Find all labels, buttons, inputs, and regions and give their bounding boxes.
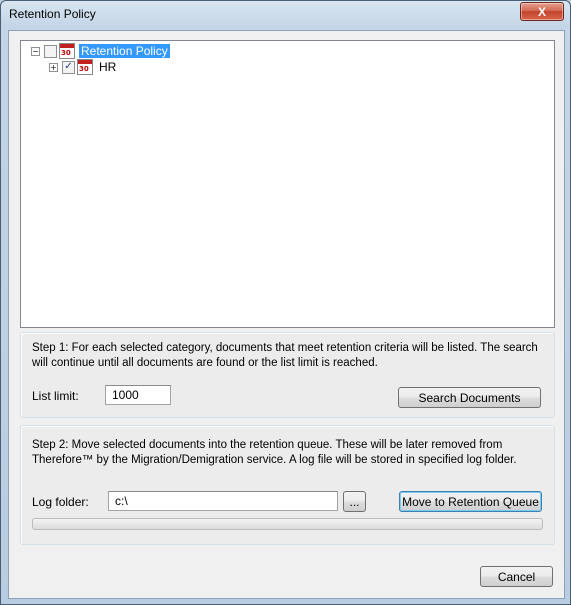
collapse-icon[interactable]: − (31, 46, 40, 56)
log-folder-input[interactable]: c:\ (108, 491, 338, 511)
progress-bar (32, 518, 543, 530)
tree-node-hr[interactable]: + ✓ 30 HR (49, 59, 118, 75)
list-limit-input[interactable]: 1000 (105, 385, 171, 405)
close-icon: X (537, 4, 546, 19)
cancel-button[interactable]: Cancel (480, 566, 553, 587)
close-button[interactable]: X (520, 2, 564, 21)
category-tree[interactable]: − 30 Retention Policy + ✓ 30 HR (20, 40, 555, 328)
step2-description: Step 2: Move selected documents into the… (32, 439, 517, 466)
expand-icon[interactable]: + (49, 62, 58, 72)
log-folder-label: Log folder: (32, 495, 89, 509)
step1-group: Step 1: For each selected category, docu… (20, 332, 555, 418)
move-to-retention-queue-button[interactable]: Move to Retention Queue (399, 491, 542, 512)
search-documents-button[interactable]: Search Documents (398, 387, 541, 408)
tree-node-retention-policy[interactable]: − 30 Retention Policy (31, 43, 170, 59)
title-bar[interactable]: Retention Policy X (1, 1, 570, 27)
tree-node-label[interactable]: HR (97, 60, 118, 74)
retention-policy-dialog: Retention Policy X − 30 Retention Policy… (0, 0, 571, 605)
browse-button[interactable]: ... (343, 491, 366, 512)
step2-group: Step 2: Move selected documents into the… (20, 425, 555, 545)
window-title: Retention Policy (9, 7, 96, 21)
list-limit-label: List limit: (32, 389, 79, 403)
tree-node-checkbox-checked[interactable]: ✓ (62, 60, 75, 74)
step1-description: Step 1: For each selected category, docu… (32, 342, 538, 369)
calendar-icon: 30 (77, 59, 93, 75)
calendar-icon: 30 (59, 43, 75, 59)
tree-node-label[interactable]: Retention Policy (79, 44, 170, 58)
dialog-body: − 30 Retention Policy + ✓ 30 HR Step 1: … (8, 30, 565, 599)
tree-node-checkbox[interactable] (44, 44, 57, 58)
